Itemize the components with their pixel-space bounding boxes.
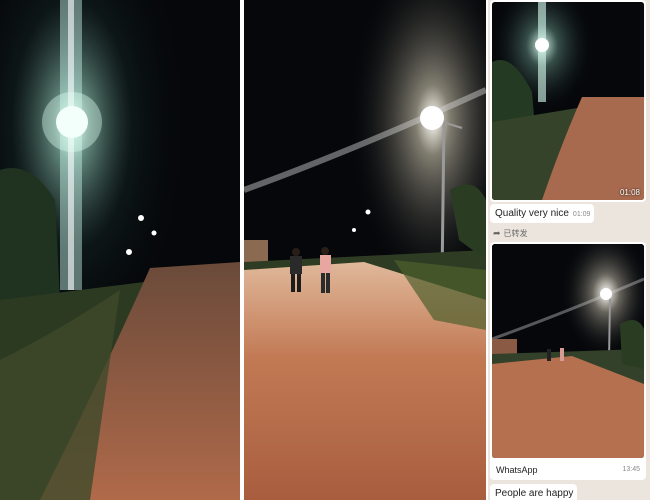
message-time: 13:45 (622, 466, 640, 473)
image-thumbnail[interactable]: 01:08 (492, 2, 644, 200)
message-time: 01:08 (619, 188, 640, 197)
message-time: 01:09 (572, 211, 591, 218)
image-message[interactable]: WhatsApp 13:45 (490, 242, 646, 480)
forwarded-label: 已转发 (503, 229, 528, 238)
image-message[interactable]: 01:08 (490, 0, 646, 202)
photo-left-street-light (0, 0, 240, 500)
text-message[interactable]: Quality very nice 01:09 (490, 204, 595, 223)
forwarded-indicator: ➦ 已转发 (493, 228, 528, 239)
night-road-scene (492, 2, 644, 200)
night-road-scene (0, 0, 240, 500)
image-thumbnail[interactable] (492, 244, 644, 458)
image-caption: WhatsApp (496, 465, 538, 475)
chat-panel: 01:08 Quality very nice 01:09 ➦ 已转发 What… (488, 0, 650, 500)
image-caption-row: WhatsApp 13:45 (496, 465, 640, 475)
forward-arrow-icon: ➦ (493, 228, 501, 238)
message-text: People are happy (495, 488, 574, 499)
night-road-scene (492, 244, 644, 458)
photo-center-people-walking (244, 0, 486, 500)
text-message[interactable]: People are happy (490, 484, 578, 500)
message-text: Quality very nice (495, 208, 569, 219)
night-road-scene (244, 0, 486, 500)
